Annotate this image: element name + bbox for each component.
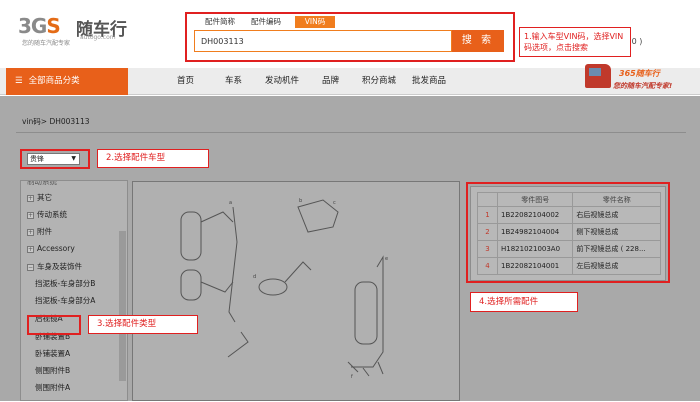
tree-item-accessory-cn[interactable]: + 附件 (27, 225, 52, 239)
divider (16, 132, 686, 133)
svg-text:b: b (299, 198, 302, 204)
svg-text:e: e (385, 256, 388, 262)
svg-text:d: d (253, 274, 256, 280)
category-tree: 制动系统 + 其它 + 传动系统 + 附件 + Accessory − 车身及装饰件 挡泥… (20, 180, 128, 401)
highlight-model-select (20, 149, 90, 169)
nav-series[interactable]: 车系 (225, 68, 242, 95)
callout-step3: 3.选择配件类型 (88, 315, 198, 334)
highlight-parts-table (466, 182, 670, 283)
tree-sub-fender-b[interactable]: 挡泥板-车身部分B (35, 277, 95, 291)
all-categories-button[interactable]: ☰ 全部商品分类 (6, 68, 128, 95)
svg-text:f: f (351, 374, 353, 380)
nav-home[interactable]: 首页 (177, 68, 194, 95)
nav-wholesale[interactable]: 批发商品 (412, 68, 446, 95)
logo-mark: 3GS (18, 14, 61, 38)
expand-icon: + (27, 246, 34, 253)
tree-sub-fender-a[interactable]: 挡泥板-车身部分A (35, 294, 95, 308)
truck-icon (585, 64, 611, 88)
svg-text:c: c (333, 200, 336, 206)
promo-subtitle: 您的随车汽配专家! (613, 82, 673, 90)
highlight-rear-mirror-a (27, 315, 81, 335)
logo-url: autogo.com (80, 34, 116, 41)
site-logo[interactable]: 3GS 随车行 autogo.com 您的随车汽配专家 (18, 14, 128, 48)
tree-item-accessory[interactable]: + Accessory (27, 242, 75, 256)
nav-brand[interactable]: 品牌 (322, 68, 339, 95)
expand-icon: + (27, 212, 34, 219)
parts-diagram[interactable]: a b c d e f (132, 181, 460, 401)
tree-sub-side-b[interactable]: 侧围附件B (35, 364, 70, 378)
tree-item-transmission[interactable]: + 传动系统 (27, 208, 67, 222)
callout-step4: 4.选择所需配件 (470, 292, 578, 312)
mirror-diagram-image: a b c d e f (180, 198, 388, 380)
breadcrumb: vin码> DH003113 (22, 117, 90, 126)
tree-scrollbar[interactable] (119, 231, 126, 381)
tree-sub-side-a[interactable]: 侧围附件A (35, 381, 70, 395)
tree-item-brake[interactable]: 制动系统 (27, 181, 57, 189)
tab-part-name[interactable]: 配件简称 (199, 16, 241, 28)
tab-part-code[interactable]: 配件编码 (245, 16, 287, 28)
menu-icon: ☰ (15, 76, 23, 86)
tab-vin[interactable]: VIN码 (295, 16, 335, 28)
promo-title: 365随车行 (619, 69, 660, 78)
all-categories-label: 全部商品分类 (28, 76, 80, 86)
tree-item-other[interactable]: + 其它 (27, 191, 52, 205)
search-input[interactable] (194, 30, 452, 52)
callout-step2: 2.选择配件车型 (97, 149, 209, 168)
expand-icon: + (27, 229, 34, 236)
tree-item-body[interactable]: − 车身及装饰件 (27, 260, 82, 274)
nav-points-mall[interactable]: 积分商城 (362, 68, 396, 95)
callout-step1: 1.输入车型VIN码，选择VIN码选项，点击搜索 (519, 27, 631, 57)
search-box: 配件简称 配件编码 VIN码 搜 索 (185, 12, 515, 62)
nav-engine[interactable]: 发动机件 (265, 68, 299, 95)
promo-banner[interactable]: 365随车行 您的随车汽配专家! (585, 60, 697, 98)
logo-tagline: 您的随车汽配专家 (22, 40, 71, 47)
tree-sub-sleeper-a[interactable]: 卧铺装置A (35, 347, 70, 361)
collapse-icon: − (27, 264, 34, 271)
expand-icon: + (27, 195, 34, 202)
svg-text:a: a (229, 200, 232, 206)
search-button[interactable]: 搜 索 (452, 30, 504, 52)
